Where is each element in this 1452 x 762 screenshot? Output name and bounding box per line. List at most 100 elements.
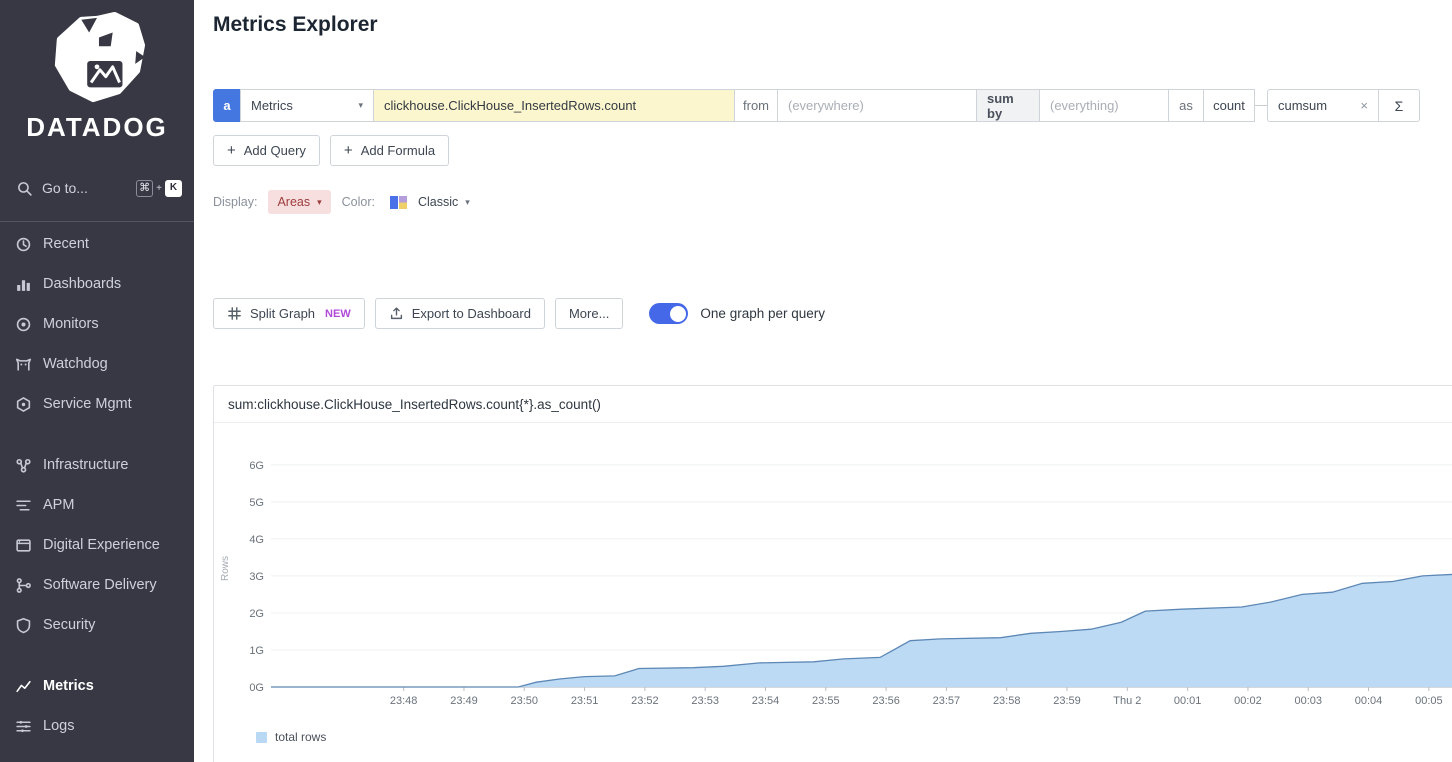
- more-button[interactable]: More...: [555, 298, 623, 329]
- chevron-down-icon: ▾: [465, 197, 470, 208]
- sidebar-item-label: Dashboards: [43, 276, 121, 292]
- sidebar-item-label: Monitors: [43, 316, 99, 332]
- infrastructure-icon: [15, 457, 32, 474]
- legend-label: total rows: [275, 730, 326, 744]
- app: DATADOG Go to... ⌘ + K RecentDashboardsM…: [0, 0, 1452, 762]
- toggle-knob: [670, 306, 686, 322]
- as-count-dropdown[interactable]: count: [1203, 89, 1255, 122]
- svg-text:00:04: 00:04: [1355, 695, 1383, 707]
- legend-item-total-rows[interactable]: total rows: [256, 730, 326, 744]
- svg-text:0G: 0G: [249, 682, 264, 694]
- svg-text:5G: 5G: [249, 497, 264, 509]
- sidebar-item-metrics[interactable]: Metrics: [0, 666, 194, 706]
- display-mode-value: Areas: [277, 195, 310, 209]
- dashboards-icon: [15, 276, 32, 293]
- service-mgmt-icon: [15, 396, 32, 413]
- sum-by-input[interactable]: (everything): [1039, 89, 1169, 122]
- software-delivery-icon: [15, 577, 32, 594]
- sidebar-item-apm[interactable]: APM: [0, 485, 194, 525]
- query-letter-badge: a: [213, 89, 241, 122]
- metric-graph-card: sum:clickhouse.ClickHouse_InsertedRows.c…: [213, 385, 1452, 762]
- add-function-button[interactable]: Σ: [1378, 89, 1420, 122]
- svg-text:4G: 4G: [249, 534, 264, 546]
- sidebar-item-label: Metrics: [43, 678, 94, 694]
- sidebar-item-software-delivery[interactable]: Software Delivery: [0, 565, 194, 605]
- add-row: + Add Query + Add Formula: [213, 135, 449, 166]
- k-key: K: [165, 180, 182, 197]
- apm-icon: [15, 497, 32, 514]
- palette-swatch-icon: [390, 196, 407, 209]
- add-formula-label: Add Formula: [361, 143, 435, 158]
- split-graph-icon: [227, 306, 242, 321]
- svg-text:23:58: 23:58: [993, 695, 1021, 707]
- new-badge: NEW: [325, 308, 351, 320]
- from-scope-input[interactable]: (everywhere): [777, 89, 977, 122]
- svg-text:00:02: 00:02: [1234, 695, 1262, 707]
- sidebar-item-logs[interactable]: Logs: [0, 706, 194, 746]
- svg-text:23:57: 23:57: [933, 695, 961, 707]
- display-label: Display:: [213, 195, 257, 209]
- sidebar-item-label: Recent: [43, 236, 89, 252]
- sidebar-item-dashboards[interactable]: Dashboards: [0, 264, 194, 304]
- sidebar-item-security[interactable]: Security: [0, 605, 194, 645]
- goto-search[interactable]: Go to... ⌘ + K: [0, 171, 194, 205]
- sidebar-item-label: Software Delivery: [43, 577, 157, 593]
- monitors-icon: [15, 316, 32, 333]
- sidebar-item-label: Service Mgmt: [43, 396, 132, 412]
- sum-by-button[interactable]: sum by: [976, 89, 1040, 122]
- datadog-logo[interactable]: [36, 10, 158, 108]
- export-to-dashboard-button[interactable]: Export to Dashboard: [375, 298, 545, 329]
- sidebar-item-service-mgmt[interactable]: Service Mgmt: [0, 384, 194, 424]
- one-graph-per-query-toggle[interactable]: [649, 303, 688, 324]
- sidebar-item-recent[interactable]: Recent: [0, 224, 194, 264]
- sidebar-item-infrastructure[interactable]: Infrastructure: [0, 445, 194, 485]
- query-source-dropdown[interactable]: Metrics ▾: [240, 89, 374, 122]
- add-query-label: Add Query: [244, 143, 306, 158]
- sidebar-item-label: Infrastructure: [43, 457, 128, 473]
- svg-text:23:51: 23:51: [571, 695, 599, 707]
- svg-text:23:53: 23:53: [691, 695, 719, 707]
- sidebar-item-digital-experience[interactable]: Digital Experience: [0, 525, 194, 565]
- export-label: Export to Dashboard: [412, 306, 531, 321]
- query-row: a Metrics ▾ clickhouse.ClickHouse_Insert…: [213, 89, 1420, 122]
- add-query-button[interactable]: + Add Query: [213, 135, 320, 166]
- add-formula-button[interactable]: + Add Formula: [330, 135, 449, 166]
- sidebar: DATADOG Go to... ⌘ + K RecentDashboardsM…: [0, 0, 194, 762]
- clock-icon: [15, 236, 32, 253]
- svg-text:23:54: 23:54: [752, 695, 780, 707]
- graph-title: sum:clickhouse.ClickHouse_InsertedRows.c…: [214, 386, 1452, 423]
- metric-chart-svg[interactable]: 0G1G2G3G4G5G6G23:4823:4923:5023:5123:522…: [214, 423, 1452, 723]
- svg-text:Rows: Rows: [220, 556, 231, 581]
- sidebar-item-watchdog[interactable]: Watchdog: [0, 344, 194, 384]
- svg-text:23:59: 23:59: [1053, 695, 1081, 707]
- graph-toolbar: Split Graph NEW Export to Dashboard More…: [213, 298, 825, 329]
- sidebar-item-monitors[interactable]: Monitors: [0, 304, 194, 344]
- sidebar-item-label: Digital Experience: [43, 537, 160, 553]
- svg-text:1G: 1G: [249, 645, 264, 657]
- watchdog-icon: [15, 356, 32, 373]
- palette-value: Classic: [418, 195, 458, 209]
- svg-text:23:49: 23:49: [450, 695, 478, 707]
- split-graph-button[interactable]: Split Graph NEW: [213, 298, 365, 329]
- sidebar-nav: Recent Dashboards Monitors Watchdog Service …: [0, 221, 194, 746]
- display-mode-dropdown[interactable]: Areas ▾: [268, 190, 330, 214]
- palette-dropdown[interactable]: Classic ▾: [418, 195, 470, 209]
- function-pipe: [1255, 105, 1267, 106]
- remove-function-icon[interactable]: ×: [1360, 98, 1368, 113]
- split-graph-label: Split Graph: [250, 306, 315, 321]
- svg-text:23:55: 23:55: [812, 695, 840, 707]
- from-label: from: [734, 89, 778, 122]
- goto-shortcut: ⌘ + K: [136, 180, 182, 197]
- svg-text:23:52: 23:52: [631, 695, 659, 707]
- function-tag-cumsum[interactable]: cumsum ×: [1267, 89, 1379, 122]
- sidebar-item-label: Watchdog: [43, 356, 108, 372]
- svg-text:00:03: 00:03: [1294, 695, 1322, 707]
- datadog-dog-icon: [36, 10, 158, 108]
- metric-name-input[interactable]: clickhouse.ClickHouse_InsertedRows.count: [373, 89, 735, 122]
- sidebar-item-label: Logs: [43, 718, 74, 734]
- svg-text:3G: 3G: [249, 571, 264, 583]
- svg-text:00:01: 00:01: [1174, 695, 1202, 707]
- chart-area: 0G1G2G3G4G5G6G23:4823:4923:5023:5123:522…: [214, 423, 1452, 723]
- plus-icon: +: [227, 143, 236, 158]
- chevron-down-icon: ▾: [358, 100, 363, 111]
